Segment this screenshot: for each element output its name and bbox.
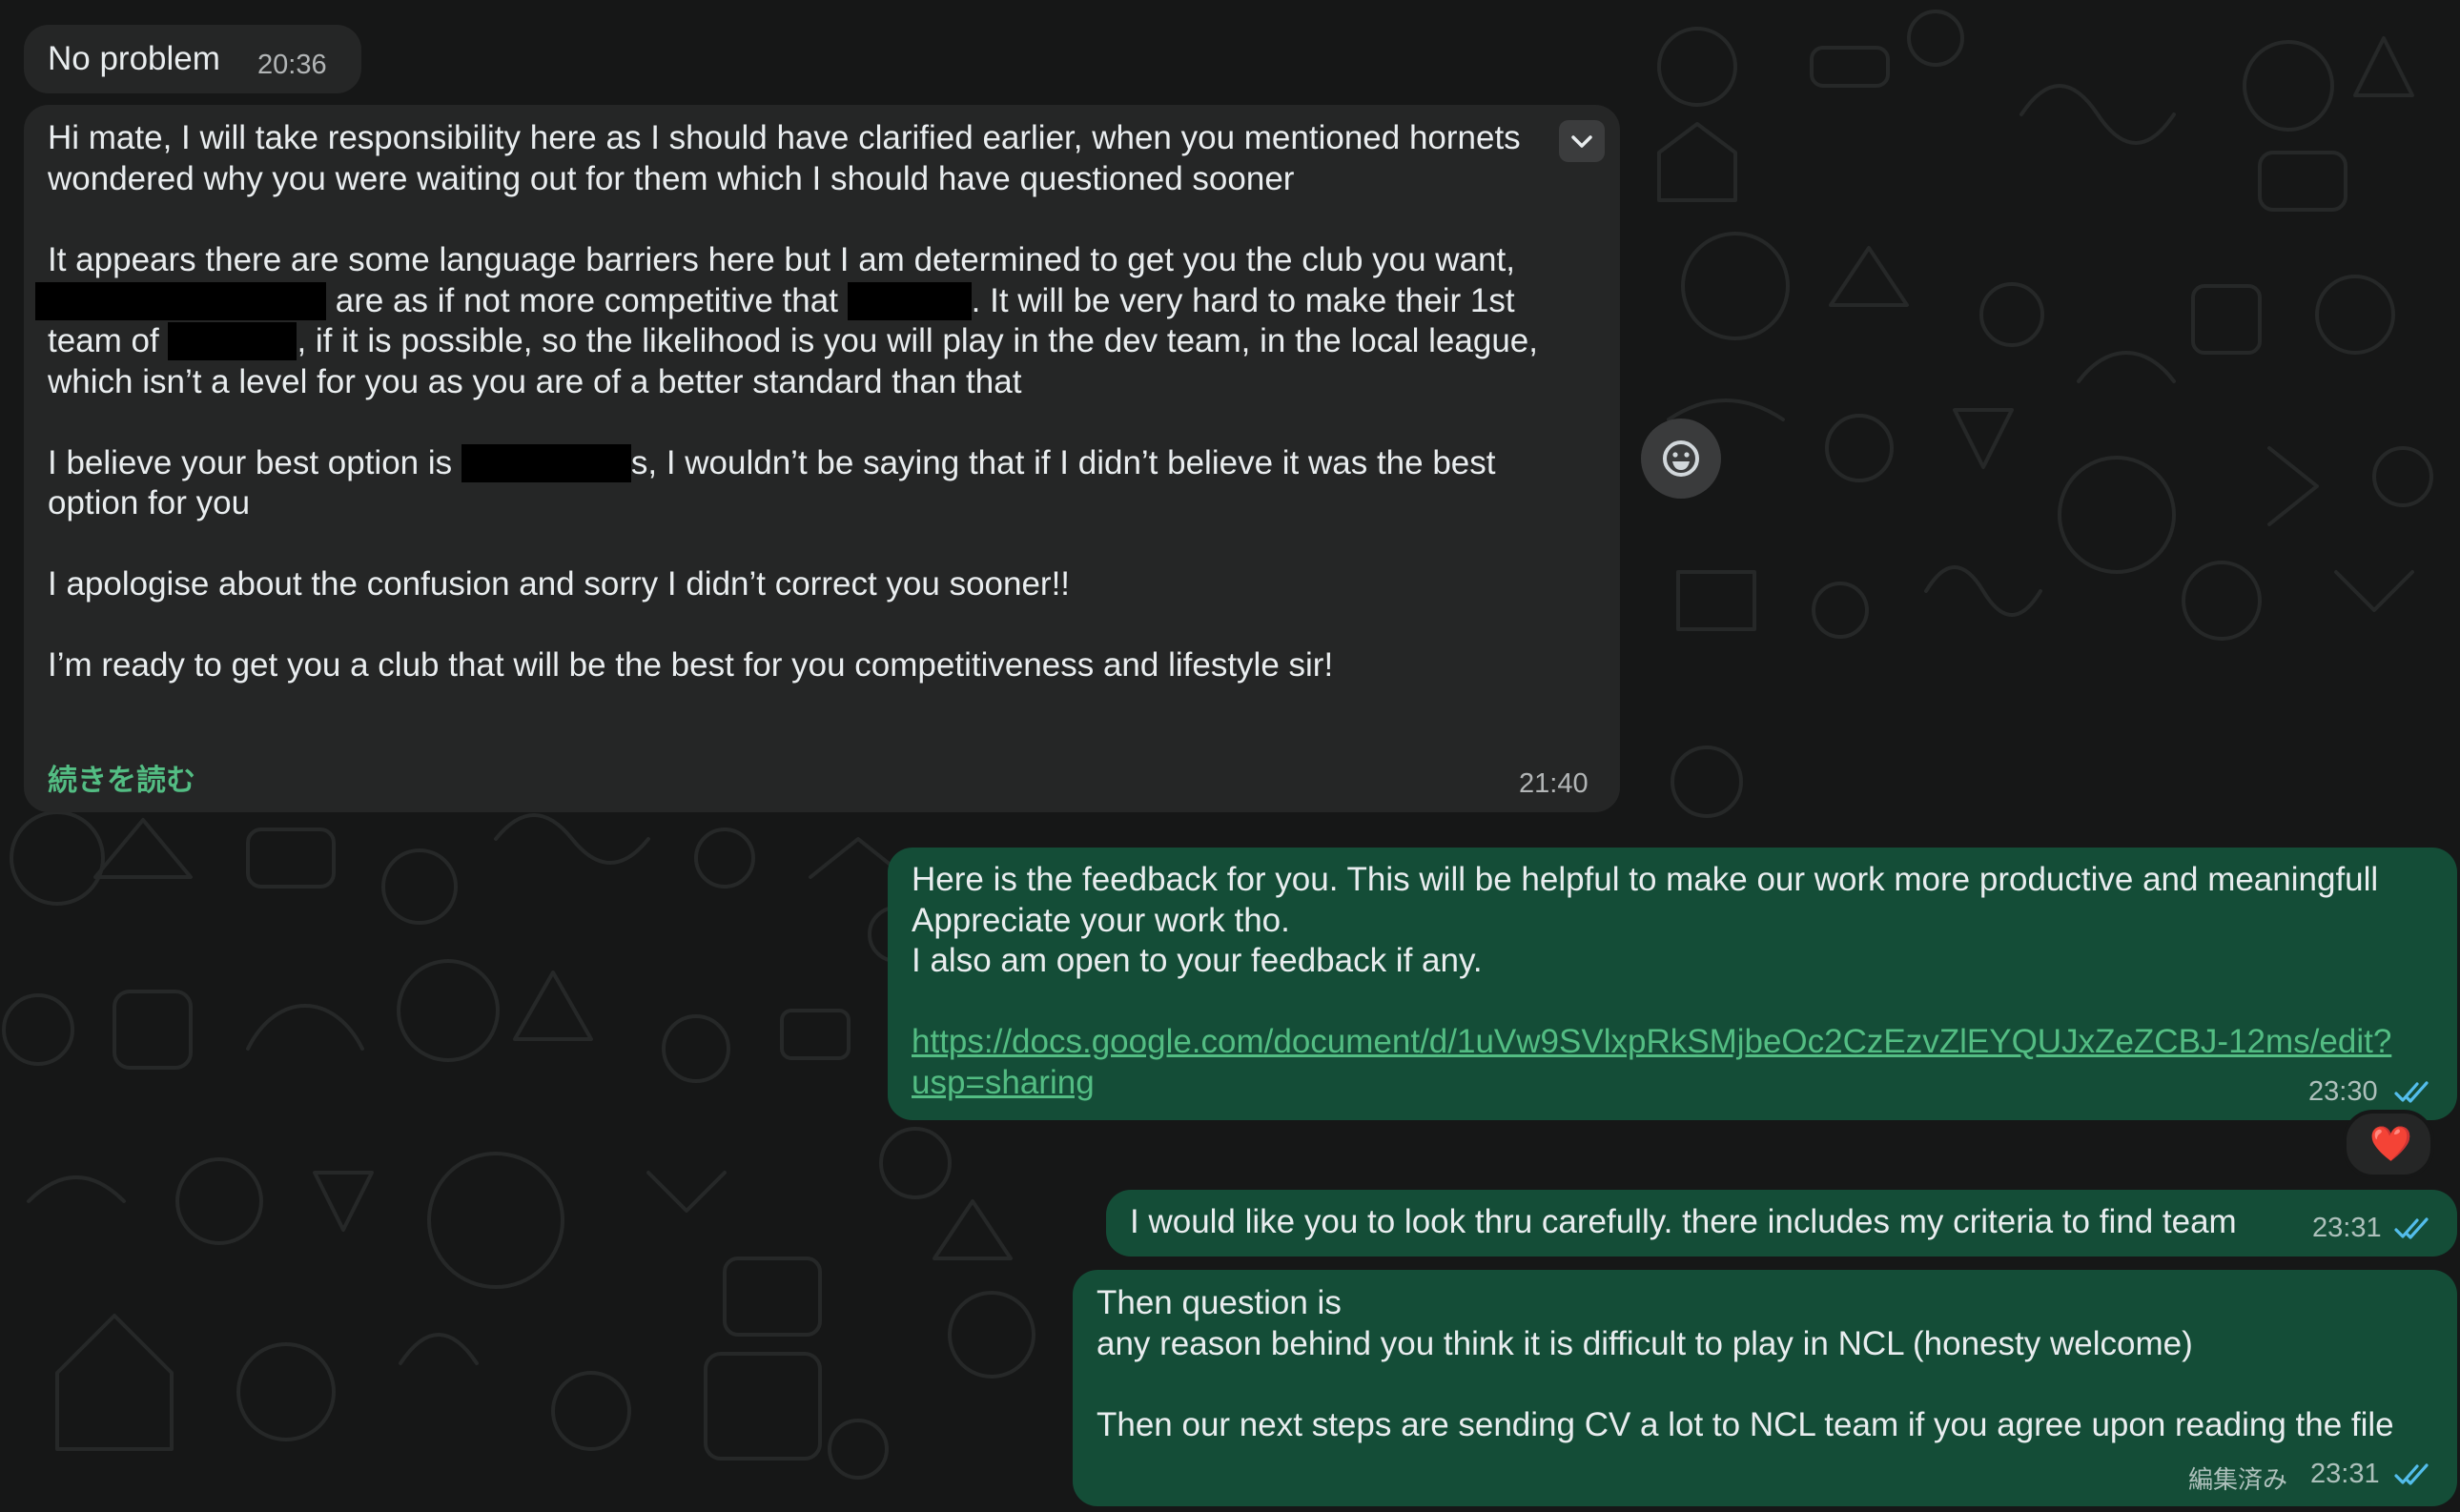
- message-menu-button[interactable]: [1559, 120, 1605, 162]
- document-link[interactable]: https://docs.google.com/document/d/1uVw9…: [912, 1022, 2391, 1063]
- message-text-line: I apologise about the confusion and sorr…: [48, 565, 1071, 603]
- message-text-line: Appreciate your work tho.: [912, 902, 1290, 939]
- message-text-line: which isn’t a level for you as you are o…: [48, 363, 1022, 400]
- emoji-reaction-icon: [1663, 440, 1699, 477]
- message-text-line: Then question is: [1097, 1284, 1342, 1321]
- heart-reaction-icon: ❤️: [2369, 1124, 2412, 1163]
- chevron-down-icon: [1571, 135, 1592, 148]
- message-bubble-incoming[interactable]: Hi mate, I will take responsibility here…: [24, 105, 1620, 812]
- message-text-line: option for you: [48, 484, 251, 521]
- message-text: I would like you to look thru carefully.…: [1130, 1203, 2237, 1240]
- message-text-line: wondered why you were waiting out for th…: [48, 160, 1295, 197]
- message-text-line: Hi mate, I will take responsibility here…: [48, 119, 1521, 156]
- message-text-line: are as if not more competitive that . It…: [35, 281, 1515, 322]
- message-text-line: team of , if it is possible, so the like…: [48, 322, 1538, 360]
- document-link-continuation[interactable]: usp=sharing: [912, 1063, 1095, 1104]
- redaction-block: [847, 282, 972, 320]
- message-bubble-incoming[interactable]: No problem 20:36: [24, 25, 361, 93]
- message-text-line: Here is the feedback for you. This will …: [912, 861, 2379, 898]
- message-reaction[interactable]: ❤️: [2343, 1110, 2434, 1178]
- message-text-line: I’m ready to get you a club that will be…: [48, 646, 1334, 684]
- read-more-link[interactable]: 続きを読む: [48, 756, 195, 799]
- message-bubble-outgoing[interactable]: Here is the feedback for you. This will …: [888, 848, 2457, 1120]
- message-timestamp: 23:31: [2312, 1213, 2382, 1243]
- add-reaction-button[interactable]: [1641, 419, 1721, 499]
- message-text-line: Then our next steps are sending CV a lot…: [1097, 1406, 2394, 1443]
- message-bubble-outgoing[interactable]: Then question is any reason behind you t…: [1073, 1270, 2457, 1506]
- message-text-line: any reason behind you think it is diffic…: [1097, 1325, 2193, 1362]
- message-text-line: I believe your best option is s, I would…: [48, 444, 1496, 482]
- message-text-line: It appears there are some language barri…: [48, 241, 1515, 278]
- message-timestamp: 23:30: [2308, 1076, 2378, 1107]
- message-text: No problem: [48, 40, 220, 77]
- edited-label: 編集済み: [2188, 1466, 2288, 1495]
- message-timestamp: 23:31: [2310, 1459, 2380, 1489]
- double-check-icon: [2394, 1217, 2429, 1239]
- message-timestamp: 21:40: [1519, 768, 1589, 799]
- double-check-icon: [2394, 1463, 2429, 1485]
- message-text-line: I also am open to your feedback if any.: [912, 942, 1483, 979]
- redaction-block: [35, 282, 326, 320]
- double-check-icon: [2394, 1081, 2429, 1103]
- message-bubble-outgoing[interactable]: I would like you to look thru carefully.…: [1106, 1190, 2457, 1257]
- redaction-block: [168, 322, 297, 360]
- redaction-block: [461, 444, 631, 482]
- message-timestamp: 20:36: [257, 50, 327, 80]
